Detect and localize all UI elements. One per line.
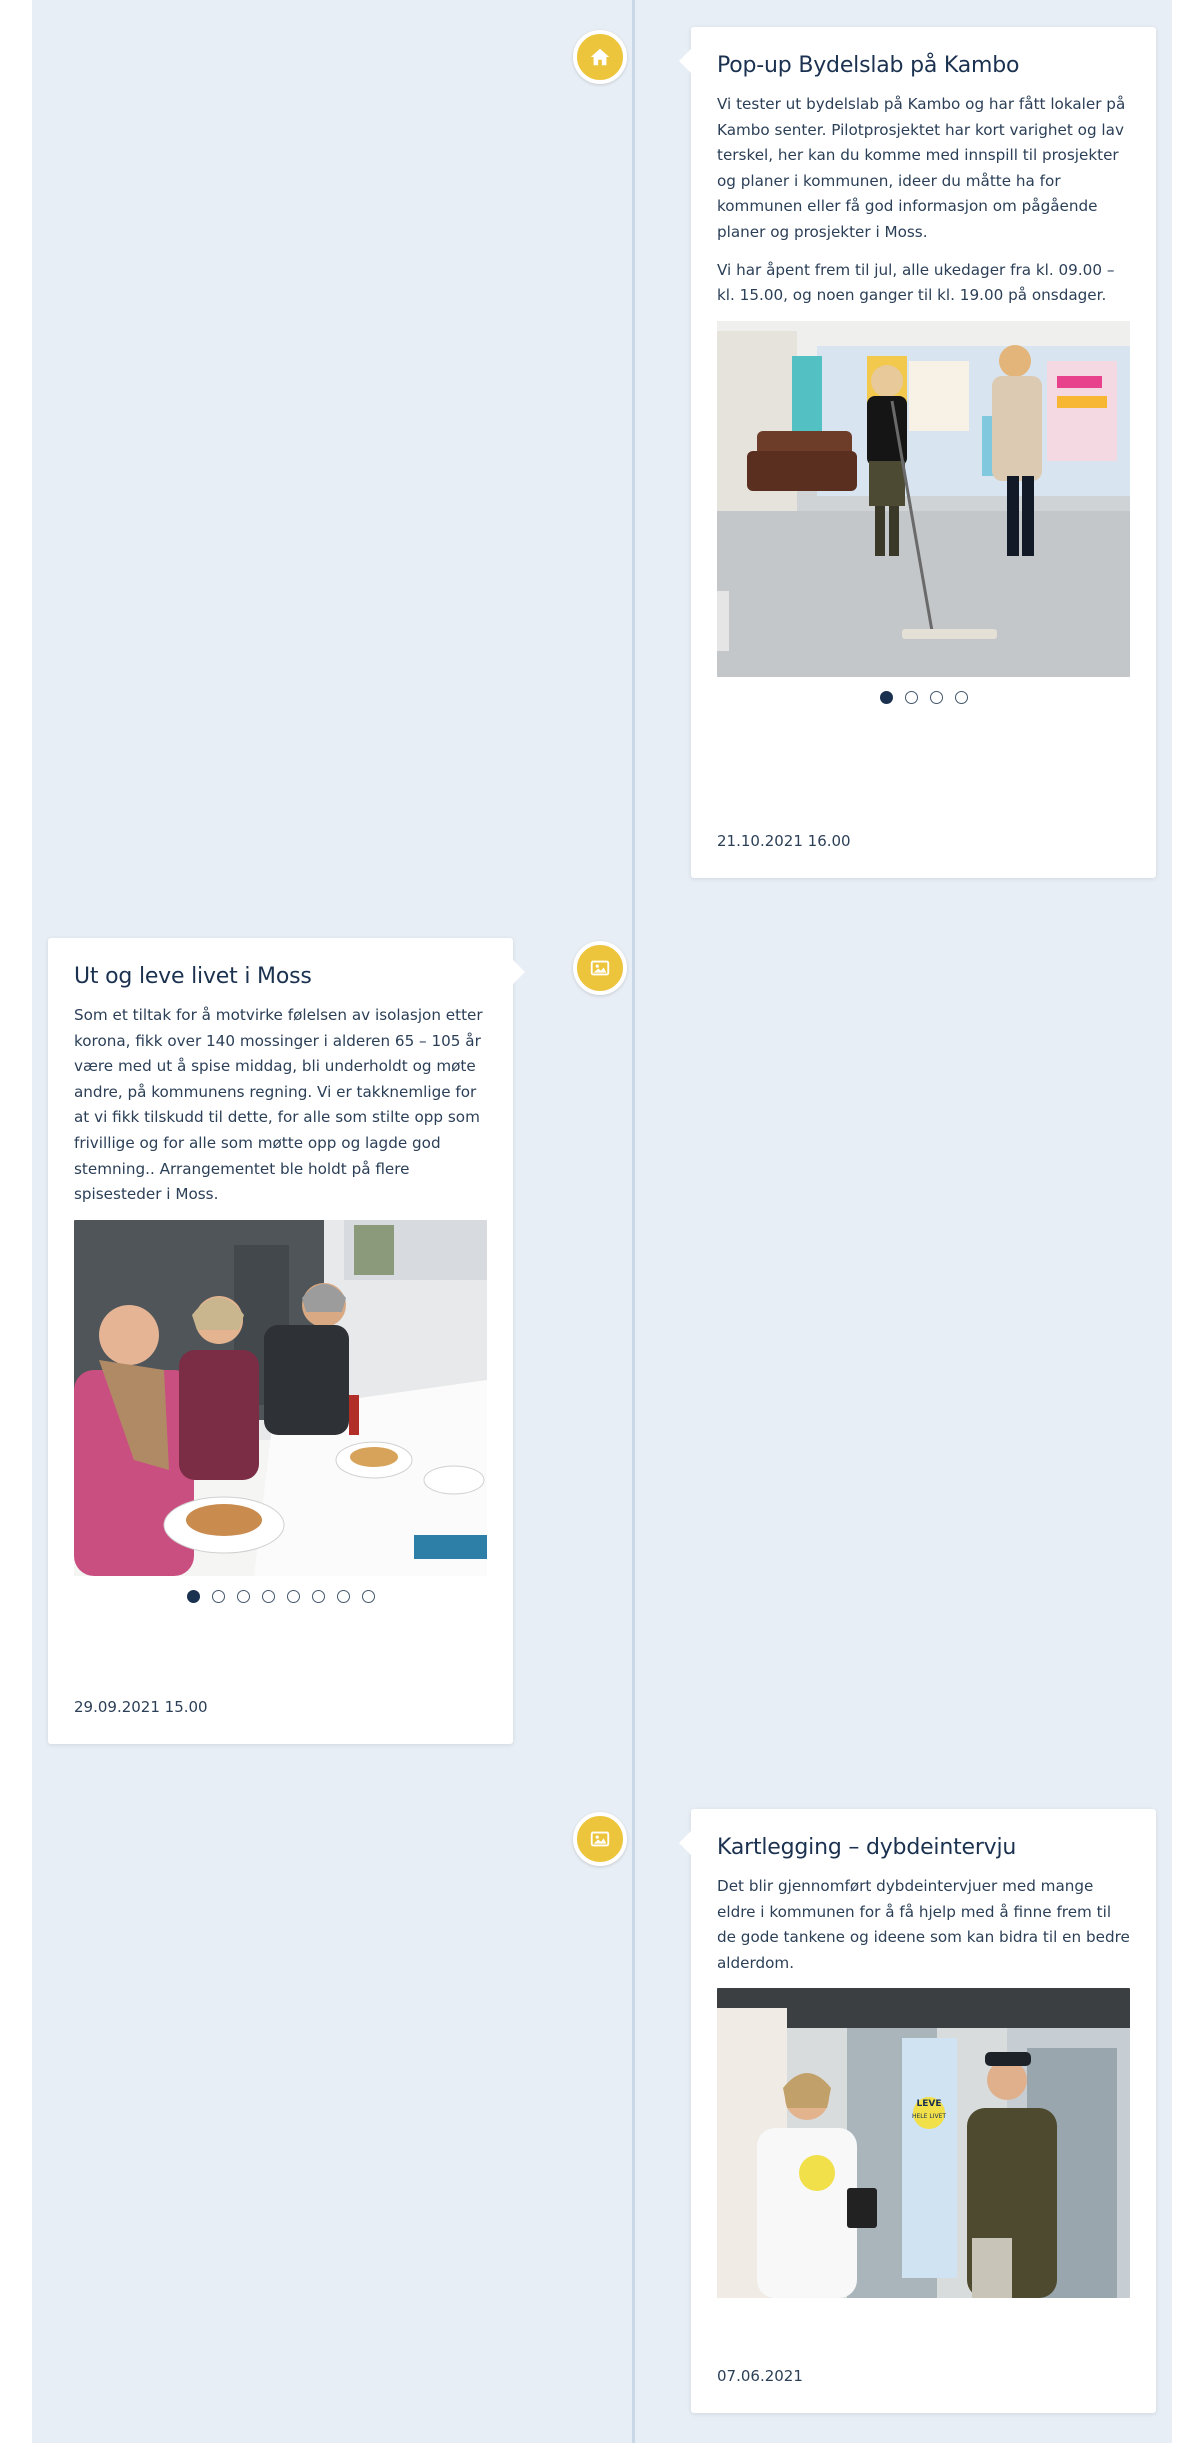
card-photo-carousel[interactable]	[717, 320, 1130, 677]
card-paragraph: Det blir gjennomført dybdeintervjuer med…	[717, 1877, 1130, 1972]
timeline-card: Pop-up Bydelslab på Kambo Vi tester ut b…	[679, 27, 1156, 878]
card-date: 07.06.2021	[717, 2367, 803, 2385]
carousel-dot[interactable]	[904, 690, 918, 704]
carousel-dot[interactable]	[286, 1589, 300, 1603]
timeline-line	[632, 0, 635, 2443]
banner-text: HELE LIVET	[912, 2113, 946, 2120]
carousel-dot[interactable]	[211, 1589, 225, 1603]
image-icon	[590, 1831, 610, 1847]
carousel-dot[interactable]	[954, 690, 968, 704]
timeline-marker-home	[573, 30, 627, 84]
carousel-dots	[74, 1589, 487, 1603]
card-photo-carousel[interactable]	[74, 1219, 487, 1576]
timeline-marker-image	[573, 941, 627, 995]
carousel-dot[interactable]	[336, 1589, 350, 1603]
card-title: Ut og leve livet i Moss	[74, 964, 312, 989]
carousel-dot[interactable]	[311, 1589, 325, 1603]
image-icon	[590, 960, 610, 976]
timeline-card: Kartlegging – dybdeintervju Det blir gje…	[679, 1809, 1156, 2413]
card-title: Kartlegging – dybdeintervju	[717, 1835, 1017, 1860]
card-date: 29.09.2021 15.00	[74, 1698, 208, 1716]
card-date: 21.10.2021 16.00	[717, 832, 851, 850]
timeline-marker-image	[573, 1812, 627, 1866]
timeline-card: Ut og leve livet i Moss Som et tiltak fo…	[48, 938, 525, 1744]
photo-dinner	[74, 1219, 487, 1576]
card-paragraph: Vi tester ut bydelslab på Kambo og har f…	[717, 95, 1126, 241]
card-paragraph: Vi har åpent frem til jul, alle ukedager…	[717, 260, 1115, 305]
carousel-dot[interactable]	[186, 1589, 200, 1603]
photo-bydelslab	[717, 320, 1130, 677]
card-paragraph: Som et tiltak for å motvirke følelsen av…	[74, 1006, 483, 1204]
carousel-dots	[717, 690, 1130, 704]
carousel-dot[interactable]	[929, 690, 943, 704]
carousel-dot[interactable]	[361, 1589, 375, 1603]
carousel-dot[interactable]	[261, 1589, 275, 1603]
carousel-dot[interactable]	[879, 690, 893, 704]
timeline-background: Pop-up Bydelslab på Kambo Vi tester ut b…	[32, 0, 1172, 2443]
banner-text: LEVE	[917, 2099, 942, 2109]
card-title: Pop-up Bydelslab på Kambo	[717, 53, 1020, 78]
card-photo: LEVE HELE LIVET	[717, 1988, 1130, 2299]
carousel-dot[interactable]	[236, 1589, 250, 1603]
home-icon	[590, 48, 610, 66]
photo-interview: LEVE HELE LIVET	[717, 1988, 1130, 2299]
